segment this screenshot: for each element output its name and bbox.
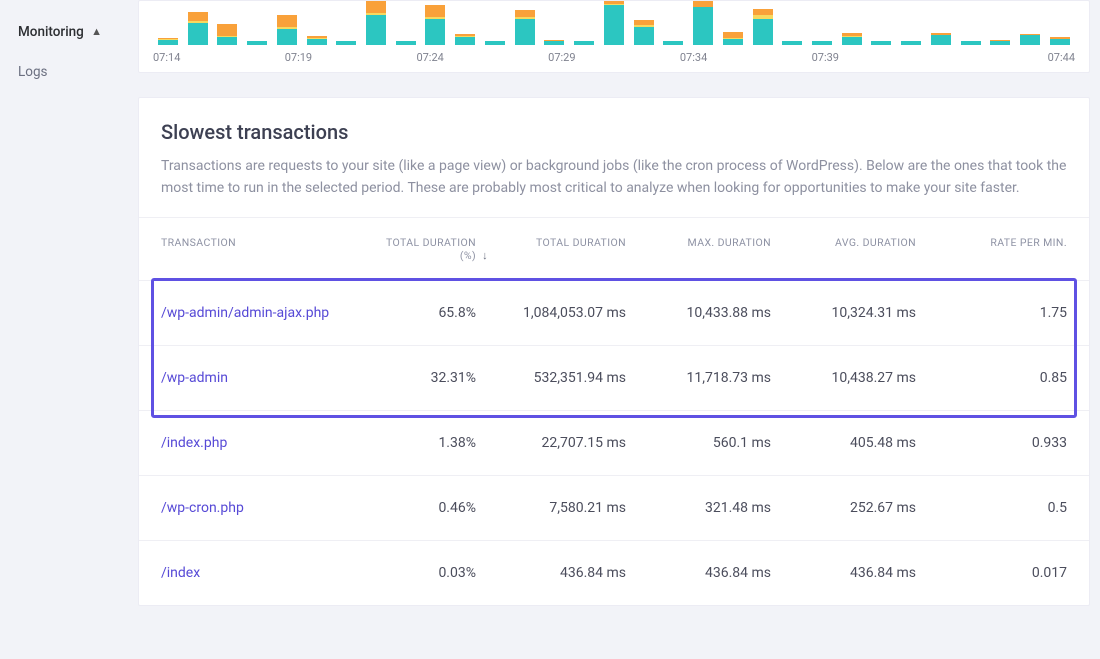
cell-rate: 0.933 <box>916 435 1067 451</box>
table-row[interactable]: /index0.03%436.84 ms436.84 ms436.84 ms0.… <box>139 540 1089 605</box>
cell-total-dur: 7,580.21 ms <box>476 500 626 516</box>
sidebar: Monitoring ▲ Logs <box>0 0 120 626</box>
col-header-label: TOTAL DURATION (%) <box>386 236 476 262</box>
sidebar-item-label: Monitoring <box>18 24 84 40</box>
cell-max-dur: 11,718.73 ms <box>626 370 771 386</box>
sort-desc-icon: ↓ <box>482 249 488 262</box>
slowest-transactions-panel: Slowest transactions Transactions are re… <box>138 97 1090 606</box>
chart-tick: 07:39 <box>812 51 944 64</box>
cell-max-dur: 10,433.88 ms <box>626 305 771 321</box>
cell-max-dur: 560.1 ms <box>626 435 771 451</box>
cell-avg-dur: 252.67 ms <box>771 500 916 516</box>
table-body: /wp-admin/admin-ajax.php 65.8%1,084,053.0… <box>139 280 1089 605</box>
table-row[interactable]: /wp-admin/admin-ajax.php 65.8%1,084,053.0… <box>139 280 1089 345</box>
cell-rate: 0.5 <box>916 500 1067 516</box>
transaction-link[interactable]: /wp-admin <box>161 370 228 386</box>
chart-tick: 07:34 <box>680 51 812 64</box>
table-row[interactable]: /wp-cron.php 0.46%7,580.21 ms321.48 ms252… <box>139 475 1089 540</box>
transactions-table: TRANSACTION TOTAL DURATION (%) ↓ TOTAL D… <box>139 218 1089 605</box>
cell-rate: 0.85 <box>916 370 1067 386</box>
panel-header: Slowest transactions Transactions are re… <box>139 98 1089 218</box>
cell-total-dur: 1,084,053.07 ms <box>476 305 626 321</box>
cell-total-pct: 32.31% <box>376 370 476 386</box>
cell-avg-dur: 10,438.27 ms <box>771 370 916 386</box>
chart-tick: 07:44 <box>943 51 1075 64</box>
transaction-link[interactable]: /index <box>161 565 200 581</box>
chart-bars <box>153 1 1075 45</box>
table-row[interactable]: /wp-admin 32.31%532,351.94 ms11,718.73 ms… <box>139 345 1089 410</box>
col-header-max-dur[interactable]: MAX. DURATION <box>626 236 771 262</box>
cell-total-pct: 1.38% <box>376 435 476 451</box>
cell-total-dur: 22,707.15 ms <box>476 435 626 451</box>
panel-description: Transactions are requests to your site (… <box>161 156 1067 199</box>
transaction-link[interactable]: /index.php <box>161 435 227 451</box>
panel-title: Slowest transactions <box>161 120 1067 144</box>
sidebar-item-label: Logs <box>18 64 48 80</box>
chart-tick: 07:29 <box>548 51 680 64</box>
table-row[interactable]: /index.php 1.38%22,707.15 ms560.1 ms405.4… <box>139 410 1089 475</box>
col-header-transaction[interactable]: TRANSACTION <box>161 236 376 262</box>
col-header-rate[interactable]: RATE PER MIN. <box>916 236 1067 262</box>
table-header-row: TRANSACTION TOTAL DURATION (%) ↓ TOTAL D… <box>139 218 1089 280</box>
chart-card: 07:1407:1907:2407:2907:3407:3907:44 <box>138 0 1090 73</box>
cell-total-pct: 65.8% <box>376 305 476 321</box>
transaction-link[interactable]: /wp-admin/admin-ajax.php <box>161 305 329 321</box>
transaction-link[interactable]: /wp-cron.php <box>161 500 244 516</box>
cell-rate: 1.75 <box>916 305 1067 321</box>
cell-avg-dur: 436.84 ms <box>771 565 916 581</box>
cell-max-dur: 321.48 ms <box>626 500 771 516</box>
cell-avg-dur: 405.48 ms <box>771 435 916 451</box>
cell-total-pct: 0.03% <box>376 565 476 581</box>
cell-total-dur: 532,351.94 ms <box>476 370 626 386</box>
cell-total-pct: 0.46% <box>376 500 476 516</box>
cell-total-dur: 436.84 ms <box>476 565 626 581</box>
sidebar-item-logs[interactable]: Logs <box>18 52 120 92</box>
chart-tick: 07:24 <box>416 51 548 64</box>
cell-rate: 0.017 <box>916 565 1067 581</box>
col-header-total-pct[interactable]: TOTAL DURATION (%) ↓ <box>376 236 476 262</box>
main-content: 07:1407:1907:2407:2907:3407:3907:44 Slow… <box>120 0 1100 626</box>
cell-max-dur: 436.84 ms <box>626 565 771 581</box>
chart-ticks: 07:1407:1907:2407:2907:3407:3907:44 <box>153 51 1075 64</box>
cell-avg-dur: 10,324.31 ms <box>771 305 916 321</box>
chart-tick: 07:19 <box>285 51 417 64</box>
chart-tick: 07:14 <box>153 51 285 64</box>
sidebar-item-monitoring[interactable]: Monitoring ▲ <box>18 12 120 52</box>
col-header-avg-dur[interactable]: AVG. DURATION <box>771 236 916 262</box>
col-header-total-dur[interactable]: TOTAL DURATION <box>476 236 626 262</box>
pin-icon: ▲ <box>91 25 102 38</box>
